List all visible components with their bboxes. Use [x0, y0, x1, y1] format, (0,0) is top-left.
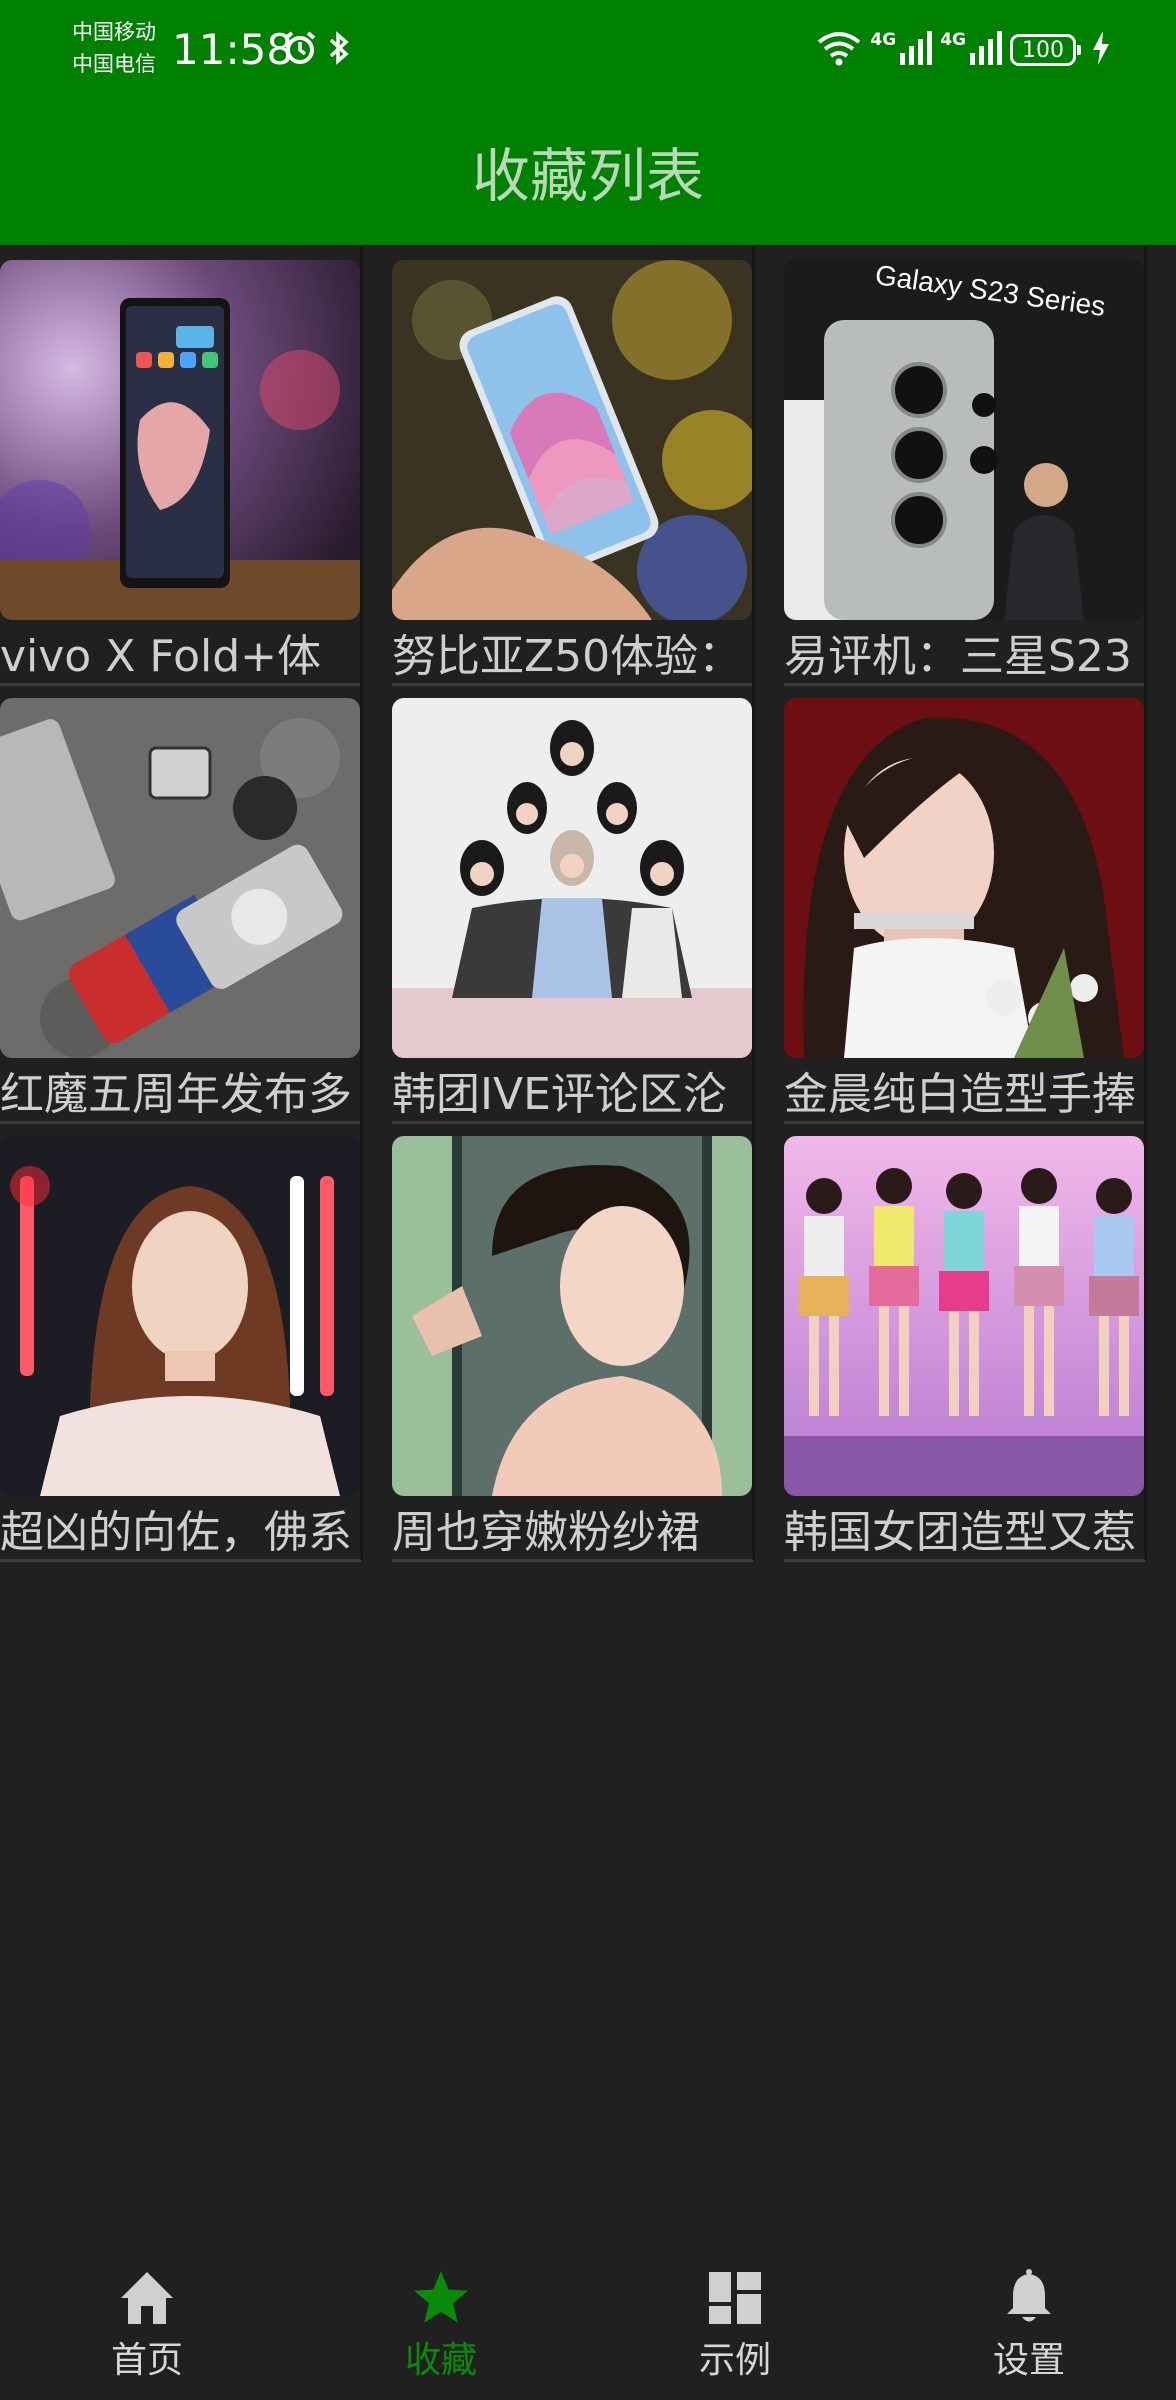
carrier-names: 中国移动 中国电信	[72, 16, 156, 80]
nav-home[interactable]: 首页	[0, 2230, 294, 2400]
favorite-item[interactable]: 韩团IVE评论区沦	[392, 683, 755, 1124]
favorite-item[interactable]: 韩国女团造型又惹	[784, 1121, 1147, 1562]
app-header: 中国移动 中国电信 11:58 4G 4G 100 收藏列表	[0, 0, 1176, 245]
wifi-icon	[816, 30, 862, 70]
favorite-item[interactable]: vivo X Fold+体	[0, 245, 363, 686]
carrier-2: 中国电信	[72, 52, 156, 76]
star-icon	[411, 2268, 471, 2328]
grid-icon	[705, 2268, 765, 2328]
favorite-title: 超凶的向佐，佛系	[0, 1507, 352, 1558]
status-time: 11:58	[172, 25, 294, 74]
favorite-item[interactable]: Galaxy S23 Series 易评机：三星S23	[784, 245, 1147, 686]
net-type-1: 4G	[870, 30, 897, 50]
favorite-title: 易评机：三星S23	[784, 631, 1132, 682]
phone-in-hand-photo	[392, 260, 752, 620]
favorite-title: vivo X Fold+体	[0, 631, 322, 682]
signal-icon	[900, 31, 933, 69]
galaxy-s23-photo: Galaxy S23 Series	[784, 260, 1144, 620]
carrier-1: 中国移动	[72, 20, 156, 44]
favorite-title: 韩国女团造型又惹	[784, 1507, 1136, 1558]
status-left-icons	[282, 30, 350, 70]
favorite-title: 红魔五周年发布多	[0, 1069, 352, 1120]
nav-examples-label: 示例	[698, 2340, 771, 2381]
portrait-photo	[784, 698, 1144, 1058]
foldable-phone-photo	[0, 260, 360, 620]
favorite-title: 金晨纯白造型手捧	[784, 1069, 1136, 1120]
alarm-icon	[282, 30, 318, 70]
favorite-item[interactable]: 金晨纯白造型手捧	[784, 683, 1147, 1124]
dance-group-photo	[784, 1136, 1144, 1496]
favorite-item[interactable]: 超凶的向佐，佛系	[0, 1121, 363, 1562]
bell-icon	[999, 2268, 1059, 2328]
favorite-item[interactable]: 红魔五周年发布多	[0, 683, 363, 1124]
net-type-2: 4G	[940, 30, 966, 50]
charging-icon	[1092, 31, 1110, 69]
favorite-title: 韩团IVE评论区沦	[392, 1069, 727, 1120]
nav-settings-label: 设置	[992, 2340, 1065, 2381]
page-title: 收藏列表	[471, 142, 704, 210]
favorite-item[interactable]: 努比亚Z50体验：	[392, 245, 755, 686]
status-bar: 中国移动 中国电信 11:58 4G 4G 100	[0, 0, 1176, 100]
group-photo	[392, 698, 752, 1058]
portrait-photo	[0, 1136, 360, 1496]
favorite-item[interactable]: 周也穿嫩粉纱裙	[392, 1121, 755, 1562]
nav-settings[interactable]: 设置	[882, 2230, 1176, 2400]
nav-home-label: 首页	[110, 2340, 183, 2381]
gaming-accessories-photo	[0, 698, 360, 1058]
favorite-title: 努比亚Z50体验：	[392, 631, 743, 682]
nav-favorites-label: 收藏	[404, 2340, 477, 2381]
status-right-icons: 4G 4G 100	[816, 28, 1110, 72]
battery-indicator: 100	[1010, 34, 1081, 66]
bluetooth-icon	[328, 30, 350, 70]
bottom-navigation: 首页 收藏 示例 设置	[0, 2230, 1176, 2400]
favorite-title: 周也穿嫩粉纱裙	[392, 1507, 700, 1558]
signal-icon	[970, 31, 1002, 69]
nav-favorites[interactable]: 收藏	[294, 2230, 588, 2400]
nav-examples[interactable]: 示例	[588, 2230, 882, 2400]
home-icon	[117, 2268, 177, 2328]
portrait-photo	[392, 1136, 752, 1496]
